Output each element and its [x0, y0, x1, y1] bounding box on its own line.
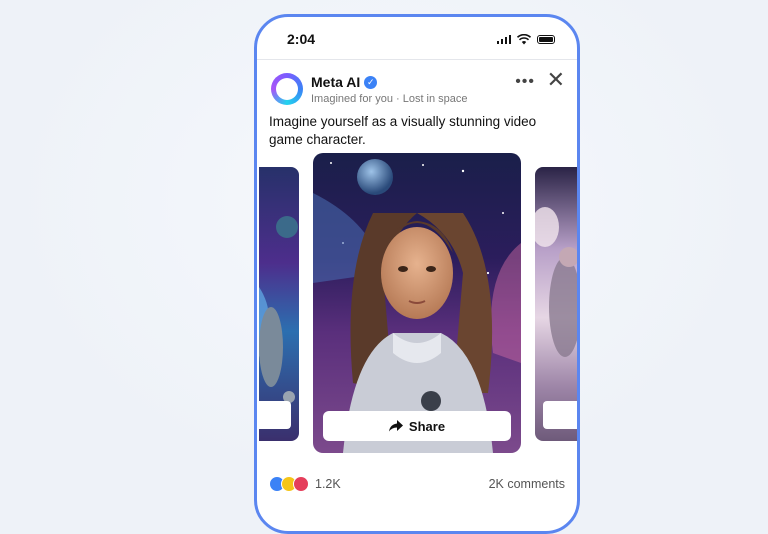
- share-label: Share: [408, 418, 446, 434]
- close-icon[interactable]: ✕: [547, 69, 565, 91]
- battery-icon: [537, 34, 555, 44]
- card-right-art: [535, 207, 577, 357]
- share-button[interactable]: Share: [323, 411, 511, 441]
- signal-icon: [496, 34, 511, 44]
- carousel-card-previous[interactable]: [259, 167, 299, 441]
- status-time: 2:04: [287, 31, 316, 47]
- reactions-summary[interactable]: 1.2K: [269, 475, 341, 493]
- post-subtitle: Imagined for you · Lost in space: [311, 93, 468, 105]
- post-author[interactable]: Meta AI ✓: [311, 74, 378, 90]
- status-icons: [496, 33, 555, 45]
- share-arrow-icon: [388, 420, 403, 432]
- phone-frame: 2:04 Meta AI ✓ Imagined for you · Lost i…: [254, 14, 580, 534]
- wifi-icon: [517, 33, 531, 44]
- author-name: Meta AI: [311, 74, 361, 90]
- card-right-share-button[interactable]: [543, 401, 577, 429]
- status-bar: 2:04: [257, 17, 577, 60]
- astronaut-portrait-image: [313, 159, 521, 453]
- card-left-art: [259, 216, 298, 403]
- reaction-count: 1.2K: [315, 477, 341, 491]
- verified-icon: ✓: [364, 75, 378, 89]
- meta-ai-avatar[interactable]: [271, 73, 303, 105]
- image-carousel[interactable]: Share: [257, 153, 577, 457]
- post-text: Imagine yourself as a visually stunning …: [269, 114, 537, 147]
- carousel-card-current[interactable]: Share: [313, 153, 521, 453]
- love-icon: [293, 476, 309, 492]
- more-icon[interactable]: •••: [515, 73, 535, 91]
- carousel-card-next[interactable]: [535, 167, 577, 441]
- post-header: Meta AI ✓ Imagined for you · Lost in spa…: [257, 69, 577, 117]
- card-left-share-button[interactable]: [259, 401, 291, 429]
- comments-count[interactable]: 2K comments: [489, 477, 565, 491]
